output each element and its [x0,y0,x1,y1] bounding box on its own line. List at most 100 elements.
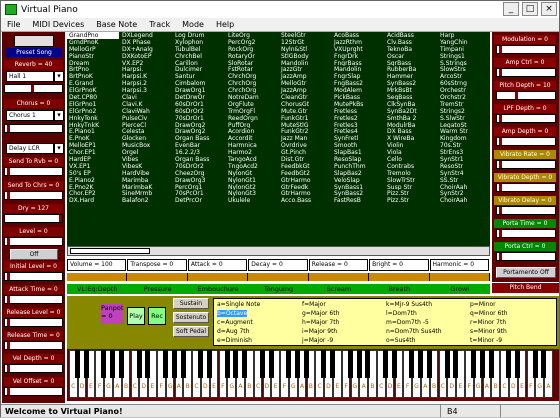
chord-item[interactable]: h=Major 7th [302,319,339,326]
black-key[interactable] [119,350,124,378]
program-item[interactable]: FngrSlap [332,73,384,80]
program-item[interactable]: 70s.Str [438,142,490,149]
vibrato-rate-slider[interactable] [496,160,556,169]
program-item[interactable]: Violin [385,142,437,149]
program-item[interactable]: E.Piano1 [67,128,119,136]
program-item[interactable]: Mute.Gtr [279,108,331,115]
preset-song-button[interactable] [14,35,54,47]
program-item[interactable]: JazzAmp [279,73,331,80]
program-item[interactable]: Mandolin [332,66,384,74]
program-item[interactable]: ChoirAah [438,184,490,191]
program-item[interactable]: MutePkBs [332,101,384,108]
program-item[interactable]: Xylophon [173,39,225,46]
program-item[interactable]: MelloEP1 [67,142,119,149]
black-key[interactable] [330,350,336,378]
program-item[interactable]: StlGBody [279,53,331,60]
program-item[interactable]: ReedOrgn [226,115,278,122]
program-item[interactable]: 60sDrOr1 [173,101,225,108]
program-item[interactable]: 16.2.2/3 [173,149,225,156]
program-item[interactable]: Harp [438,32,490,39]
program-item[interactable]: GrandPno [67,32,119,39]
amp-depth-slider[interactable] [496,137,556,146]
minimize-button[interactable]: _ [503,2,519,16]
menu-file[interactable]: File [1,18,26,31]
volume-slider[interactable] [67,273,128,281]
soft-pedal-button[interactable]: Soft Pedal [173,326,209,337]
effect-vl-eq-depth[interactable]: VL:Eq:Depth [67,284,127,294]
chord-item[interactable]: i=Major 9th [302,328,337,335]
program-item[interactable]: GrndPnoK [67,39,119,46]
vibrato-depth-slider[interactable] [496,183,556,192]
program-item[interactable]: SlowStrs [438,66,490,74]
program-item[interactable]: Santur [173,73,225,80]
program-item[interactable]: 12StrGt [279,39,331,46]
program-item[interactable]: SlapBas1 [332,149,384,156]
program-item[interactable]: DetPrcOr [173,197,225,204]
program-item[interactable]: HardEP [67,156,119,163]
harmonic-control[interactable]: Harmonic = 0 [429,259,489,271]
black-key[interactable] [286,350,292,378]
release-slider[interactable] [308,273,370,281]
program-item[interactable]: ResoSlap [332,156,384,163]
program-item[interactable]: Fretles2 [332,115,384,122]
chord-item[interactable]: a=Single Note [217,301,260,308]
chord-item[interactable]: n=Dom7th Sus4th [386,328,442,335]
program-item[interactable]: TeknoBa [385,46,437,53]
program-item[interactable]: Harmnica [226,142,278,149]
program-item[interactable]: FeedbkGt [279,163,331,170]
program-item[interactable]: Glocken [120,135,172,142]
program-item[interactable]: DrawOrg2 [173,122,225,129]
program-item[interactable]: Orchestr [438,87,490,94]
release-control[interactable]: Release = 0 [308,259,369,271]
program-item[interactable]: JazzAmp [279,87,331,94]
program-item[interactable]: ModulrBa [385,122,437,129]
program-item[interactable]: E.Grand [67,80,119,87]
black-key[interactable] [383,350,388,378]
program-item[interactable]: TrmOrgFl [226,108,278,115]
program-item[interactable]: LegatoSt [438,122,490,129]
program-item[interactable]: HnkyTnkK [67,122,119,129]
program-item[interactable]: Harpsi.K [120,73,172,80]
delay-type-select[interactable]: Delay LCR [6,143,54,154]
chevron-down-icon[interactable]: ▾ [54,110,64,121]
program-item[interactable]: DrawOrg1 [173,87,225,94]
program-item[interactable]: S.SlwStr [438,115,490,122]
effect-embouchure[interactable]: Embouchure [188,284,248,294]
program-item[interactable]: SeqBass [385,94,437,101]
program-item[interactable]: CleanGtr [279,94,331,101]
attack-time-slider[interactable] [4,295,63,304]
program-item[interactable]: E.Piano2 [67,177,119,184]
program-item[interactable]: LiteOrg [226,32,278,39]
program-item[interactable]: MusicBox [120,142,172,149]
program-item[interactable]: ChrchBel [173,53,225,60]
program-item[interactable]: FngrBass [332,60,384,67]
black-key[interactable] [479,350,485,378]
program-item[interactable]: Smooth [332,142,384,149]
program-item[interactable]: VXUprght [332,46,384,53]
chord-item[interactable]: f=Major [302,301,326,308]
black-key[interactable] [453,350,459,378]
chord-item[interactable]: c=Augment [217,319,253,326]
program-item[interactable]: ResoStr [438,163,490,170]
program-item[interactable]: Contrabs [385,163,437,170]
program-item[interactable]: VibesK [120,163,172,170]
program-item[interactable]: Nyln&Stl [279,46,331,53]
black-key[interactable] [83,350,89,378]
amp-ctrl-slider[interactable] [496,68,556,77]
program-item[interactable]: MuteStlG [279,122,331,129]
program-item[interactable]: Kingdom [438,135,490,142]
program-item[interactable]: Organ Bass [173,156,225,163]
program-item[interactable]: SynStr4 [438,170,490,177]
program-item[interactable]: BrtPnoK [67,73,119,80]
program-item[interactable]: TangoAcd [226,156,278,163]
program-item[interactable]: PercOrg1 [173,184,225,191]
porta-time-slider[interactable] [496,229,556,238]
program-item[interactable]: Clavi [120,94,172,101]
program-item[interactable]: E.PnoK [67,135,119,142]
black-key[interactable] [295,350,300,378]
menu-midi-devices[interactable]: MIDI Devices [26,18,90,31]
harmonic-slider[interactable] [429,273,490,281]
program-item[interactable]: MrkBsBt [385,87,437,94]
program-item[interactable]: Clv.Bass [385,39,437,46]
program-item[interactable]: SynFretl [332,135,384,142]
